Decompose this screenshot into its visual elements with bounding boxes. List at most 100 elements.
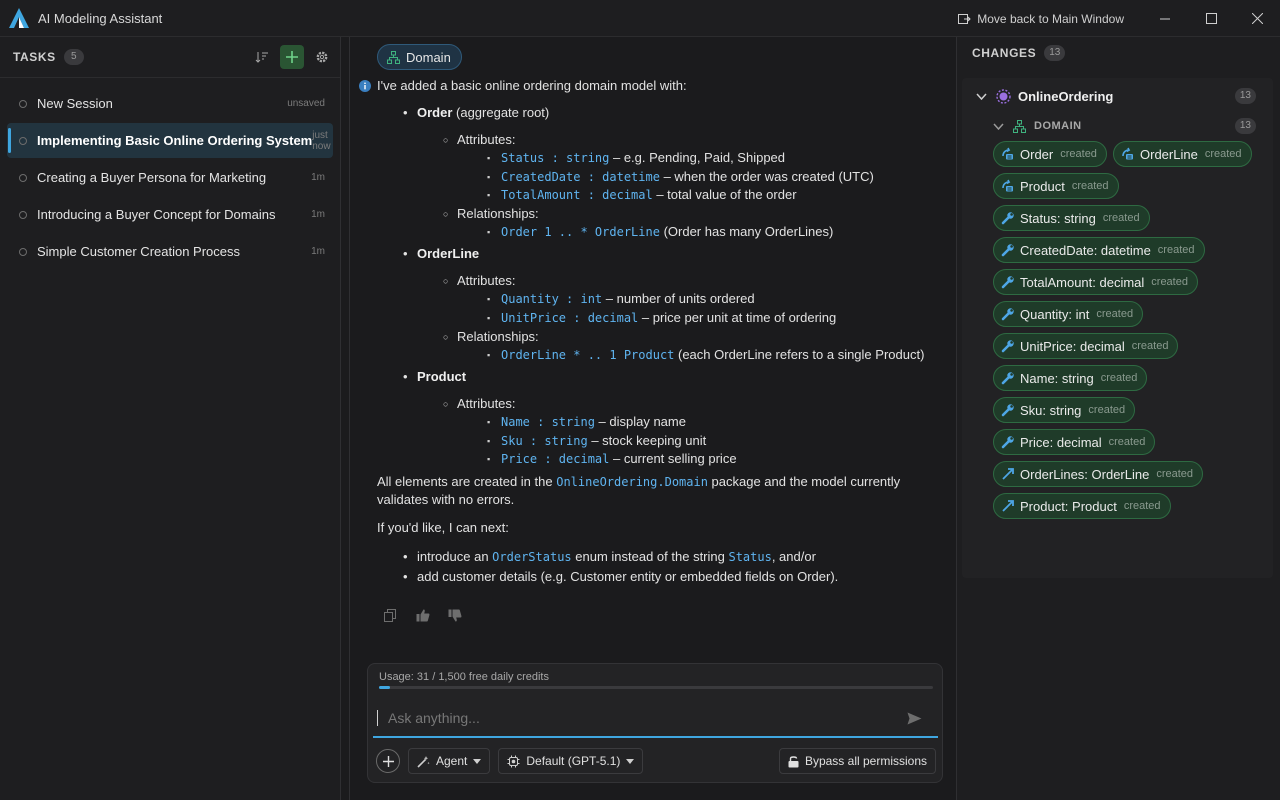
close-button[interactable] <box>1234 0 1280 37</box>
association-arrow-icon <box>1002 468 1014 480</box>
relationship-code: Order 1 .. * OrderLine <box>501 224 660 239</box>
task-title: Implementing Basic Online Ordering Syste… <box>37 133 313 148</box>
usage-progress-fill <box>379 686 391 689</box>
entity-details: Attributes: Name : string – display name… <box>417 395 952 469</box>
attribute-list: Quantity : int – number of units ordered… <box>457 290 952 327</box>
domain-folder-row[interactable]: DOMAIN 13 <box>993 116 1273 136</box>
app-title: AI Modeling Assistant <box>38 10 163 26</box>
entity-details: Attributes: Quantity : int – number of u… <box>417 272 952 364</box>
thumbs-down-button[interactable] <box>448 607 480 623</box>
prompt-input[interactable] <box>377 710 897 726</box>
task-item[interactable]: Implementing Basic Online Ordering Syste… <box>7 123 333 158</box>
entity-class-icon <box>1002 179 1013 192</box>
model-select[interactable]: Default (GPT-5.1) <box>498 748 644 774</box>
next-steps-list: introduce an OrderStatus enum instead of… <box>377 547 952 586</box>
change-status: created <box>1123 500 1161 512</box>
bypass-permissions-button[interactable]: Bypass all permissions <box>778 748 936 774</box>
change-status: created <box>1156 468 1194 480</box>
assistant-message: I've added a basic online ordering domai… <box>377 77 952 586</box>
package-row[interactable]: OnlineOrdering 13 <box>976 86 1273 106</box>
task-item[interactable]: New Session unsaved <box>7 86 333 121</box>
entity-class-icon <box>1002 147 1013 160</box>
change-pill[interactable]: Order created <box>993 141 1107 167</box>
task-meta: 1m <box>311 209 325 220</box>
package-icon <box>996 88 1011 104</box>
task-item[interactable]: Simple Customer Creation Process 1m <box>7 234 333 269</box>
change-status: created <box>1096 308 1134 320</box>
settings-button[interactable] <box>310 45 334 69</box>
entity-product: Product Attributes: Name : string – disp… <box>403 368 952 469</box>
chip-icon <box>507 755 520 767</box>
package-code: OnlineOrdering.Domain <box>556 474 708 489</box>
change-pill[interactable]: Product created <box>993 173 1119 199</box>
change-name: OrderLine <box>1140 146 1198 162</box>
change-pill[interactable]: Quantity: int created <box>993 301 1144 327</box>
sort-button[interactable] <box>250 45 274 69</box>
attribute-item: Name : string – display name <box>487 413 952 432</box>
task-item[interactable]: Introducing a Buyer Concept for Domains 1… <box>7 197 333 232</box>
attribute-desc: – when the order was created (UTC) <box>659 168 874 184</box>
attribute-desc: – current selling price <box>609 451 737 467</box>
tasks-header: TASKS 5 <box>0 37 340 78</box>
maximize-button[interactable] <box>1188 0 1234 37</box>
relationship-desc: (Order has many OrderLines) <box>659 223 834 239</box>
change-pill[interactable]: Product: Product created <box>993 493 1171 519</box>
task-meta: 1m <box>311 246 325 257</box>
wrench-icon <box>1001 436 1014 449</box>
chevron-down-icon <box>993 122 1004 130</box>
attribute-code: Status : string <box>501 151 610 165</box>
attribute-code: TotalAmount : decimal <box>501 188 653 203</box>
chevron-down-icon <box>626 758 635 764</box>
attribute-desc: – price per unit at time of ordering <box>638 309 837 325</box>
change-pill[interactable]: CreatedDate: datetime created <box>993 237 1205 263</box>
change-pill[interactable]: Status: string created <box>993 205 1150 231</box>
change-status: created <box>1157 244 1195 256</box>
change-status: created <box>1088 404 1126 416</box>
sort-icon <box>255 52 268 63</box>
attach-button[interactable] <box>376 749 400 773</box>
move-window-icon <box>958 13 971 24</box>
change-pill[interactable]: OrderLines: OrderLine created <box>993 461 1204 487</box>
attribute-list: Status : string – e.g. Pending, Paid, Sh… <box>457 149 952 205</box>
message-intro: I've added a basic online ordering domai… <box>377 78 687 93</box>
attribute-list: Name : string – display name Sku : strin… <box>457 413 952 469</box>
association-arrow-icon <box>1002 500 1014 512</box>
task-status-dot <box>19 247 27 256</box>
thumbs-up-button[interactable] <box>416 607 448 623</box>
task-status-dot <box>19 99 27 108</box>
copy-button[interactable] <box>384 607 416 623</box>
package-note-pre: All elements are created in the <box>377 473 557 489</box>
change-name: Quantity: int <box>1020 306 1090 322</box>
composer-toolbar: Agent Default (GPT-5.1) Bypass all permi… <box>376 748 936 774</box>
task-item[interactable]: Creating a Buyer Persona for Marketing 1m <box>7 160 333 195</box>
change-pill[interactable]: TotalAmount: decimal created <box>993 269 1198 295</box>
entity-name: Order <box>417 105 453 120</box>
send-icon[interactable] <box>907 712 922 725</box>
new-task-button[interactable] <box>280 45 304 69</box>
change-pill[interactable]: OrderLine created <box>1113 141 1252 167</box>
maximize-icon <box>1205 13 1217 24</box>
change-name: Sku: string <box>1020 402 1082 418</box>
domain-context-chip[interactable]: Domain <box>377 44 462 70</box>
next-step-mid: enum instead of the string <box>571 548 729 564</box>
change-status: created <box>1102 212 1140 224</box>
domain-tree-icon <box>1013 119 1026 133</box>
change-pill[interactable]: Sku: string created <box>993 397 1136 423</box>
move-back-button[interactable]: Move back to Main Window <box>958 12 1124 26</box>
chevron-down-icon <box>976 92 987 100</box>
thumbs-up-icon <box>416 609 430 621</box>
next-step-item: add customer details (e.g. Customer enti… <box>403 567 952 586</box>
change-pill[interactable]: Price: decimal created <box>993 429 1156 455</box>
package-count: 13 <box>1234 88 1256 104</box>
task-status-dot <box>19 210 27 219</box>
change-pill[interactable]: Name: string created <box>993 365 1148 391</box>
change-status: created <box>1151 276 1188 288</box>
minimize-icon <box>1160 18 1170 19</box>
change-pill[interactable]: UnitPrice: decimal created <box>993 333 1179 359</box>
wrench-icon <box>1001 340 1014 353</box>
minimize-button[interactable] <box>1142 0 1188 37</box>
attribute-code: Name : string <box>501 415 595 430</box>
domain-folder-count: 13 <box>1234 118 1256 134</box>
agent-select[interactable]: Agent <box>408 748 491 774</box>
change-name: CreatedDate: datetime <box>1020 242 1151 258</box>
